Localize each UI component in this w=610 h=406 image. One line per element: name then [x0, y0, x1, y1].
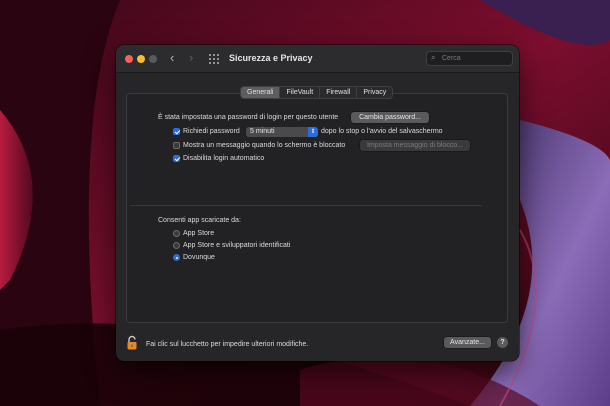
radio-identified-developers[interactable]	[173, 242, 180, 249]
tab-bar: Generali FileVault Firewall Privacy	[240, 86, 394, 99]
preferences-window: ‹ › Sicurezza e Privacy ⌕ Generali FileV…	[116, 45, 519, 361]
title-bar: ‹ › Sicurezza e Privacy ⌕	[116, 45, 519, 73]
lock-hint-text: Fai clic sul lucchetto per impedire ulte…	[146, 341, 309, 348]
search-input[interactable]	[442, 53, 510, 64]
tab-generali[interactable]: Generali	[241, 87, 281, 98]
set-lock-message-button[interactable]: Imposta messaggio di blocco...	[360, 140, 470, 151]
require-password-checkbox[interactable]	[173, 128, 180, 135]
show-message-checkbox[interactable]	[173, 142, 180, 149]
magnifier-icon: ⌕	[431, 53, 436, 62]
padlock-open-icon[interactable]	[126, 335, 140, 351]
tab-firewall[interactable]: Firewall	[320, 87, 358, 98]
search-field[interactable]: ⌕	[426, 51, 513, 66]
password-set-label: È stata impostata una password di login …	[158, 114, 339, 121]
require-password-label: Richiedi password	[183, 128, 240, 135]
section-divider	[130, 205, 482, 206]
change-password-button[interactable]: Cambia password...	[351, 112, 429, 123]
tab-privacy[interactable]: Privacy	[357, 87, 392, 98]
window-title: Sicurezza e Privacy	[229, 53, 313, 63]
radio-app-store-label: App Store	[183, 230, 215, 237]
password-interval-value: 5 minuti	[250, 128, 275, 135]
grid-icon[interactable]	[209, 54, 219, 64]
disable-auto-login-label: Disabilita login automatico	[183, 155, 265, 162]
disable-auto-login-checkbox[interactable]	[173, 155, 180, 162]
radio-anywhere-label: Dovunque	[183, 254, 215, 261]
downloads-heading: Consenti app scaricate da:	[158, 217, 241, 224]
radio-app-store[interactable]	[173, 230, 180, 237]
radio-identified-developers-label: App Store e sviluppatori identificati	[183, 242, 291, 249]
zoom-window-button[interactable]	[149, 55, 157, 63]
password-interval-select[interactable]: 5 minuti ⇕	[246, 127, 318, 137]
back-arrow-icon[interactable]: ‹	[170, 51, 174, 65]
require-password-suffix: dopo lo stop o l'avvio del salvaschermo	[321, 128, 443, 135]
close-window-button[interactable]	[125, 55, 133, 63]
minimize-window-button[interactable]	[137, 55, 145, 63]
show-message-label: Mostra un messaggio quando lo schermo è …	[183, 142, 346, 149]
forward-arrow-icon[interactable]: ›	[189, 51, 193, 65]
tab-filevault[interactable]: FileVault	[280, 87, 321, 98]
help-button[interactable]: ?	[497, 337, 508, 348]
advanced-button[interactable]: Avanzate...	[444, 337, 491, 348]
chevron-updown-icon: ⇕	[308, 127, 318, 137]
radio-anywhere[interactable]	[173, 254, 180, 261]
